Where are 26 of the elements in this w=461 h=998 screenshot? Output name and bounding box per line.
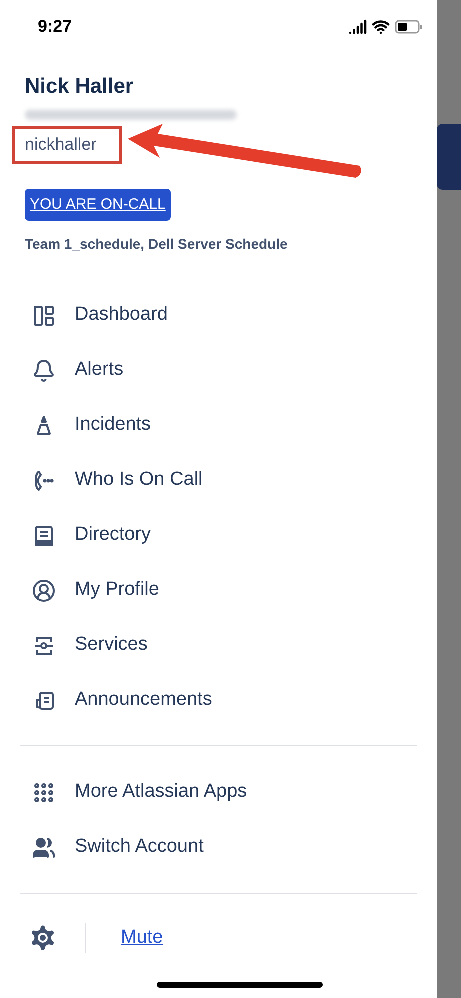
menu-item[interactable]: More Atlassian Apps [75,778,248,807]
menu-item[interactable]: Directory [75,521,152,550]
menu-item[interactable]: Services [75,631,148,660]
signal-icon [349,18,367,36]
menu-item[interactable]: Dashboard [75,301,168,330]
dashboard-icon [32,304,56,328]
user-circle-icon [32,578,56,603]
on-call-badge[interactable]: YOU ARE ON-CALL [25,188,171,222]
users-icon [32,836,56,860]
menu-item[interactable]: Who Is On Call [75,466,203,495]
menu-item[interactable]: Announcements [75,686,212,715]
menu-item[interactable]: My Profile [75,576,160,605]
battery-icon [395,20,423,34]
schedule-list: Team 1_schedule, Dell Server Schedule [25,234,437,256]
phone-icon [32,468,56,493]
mute-link[interactable]: Mute [121,924,164,952]
document-icon [32,524,56,548]
status-time: 9:27 [38,16,72,38]
menu-item[interactable]: Alerts [75,356,124,385]
wifi-icon [372,18,390,36]
bell-icon [32,358,56,383]
username: nickhaller [12,126,122,164]
menu-item[interactable]: Incidents [75,411,152,440]
menu-item[interactable]: Switch Account [75,833,204,862]
grid-icon [32,780,56,805]
profile-name: Nick Haller [25,74,135,100]
